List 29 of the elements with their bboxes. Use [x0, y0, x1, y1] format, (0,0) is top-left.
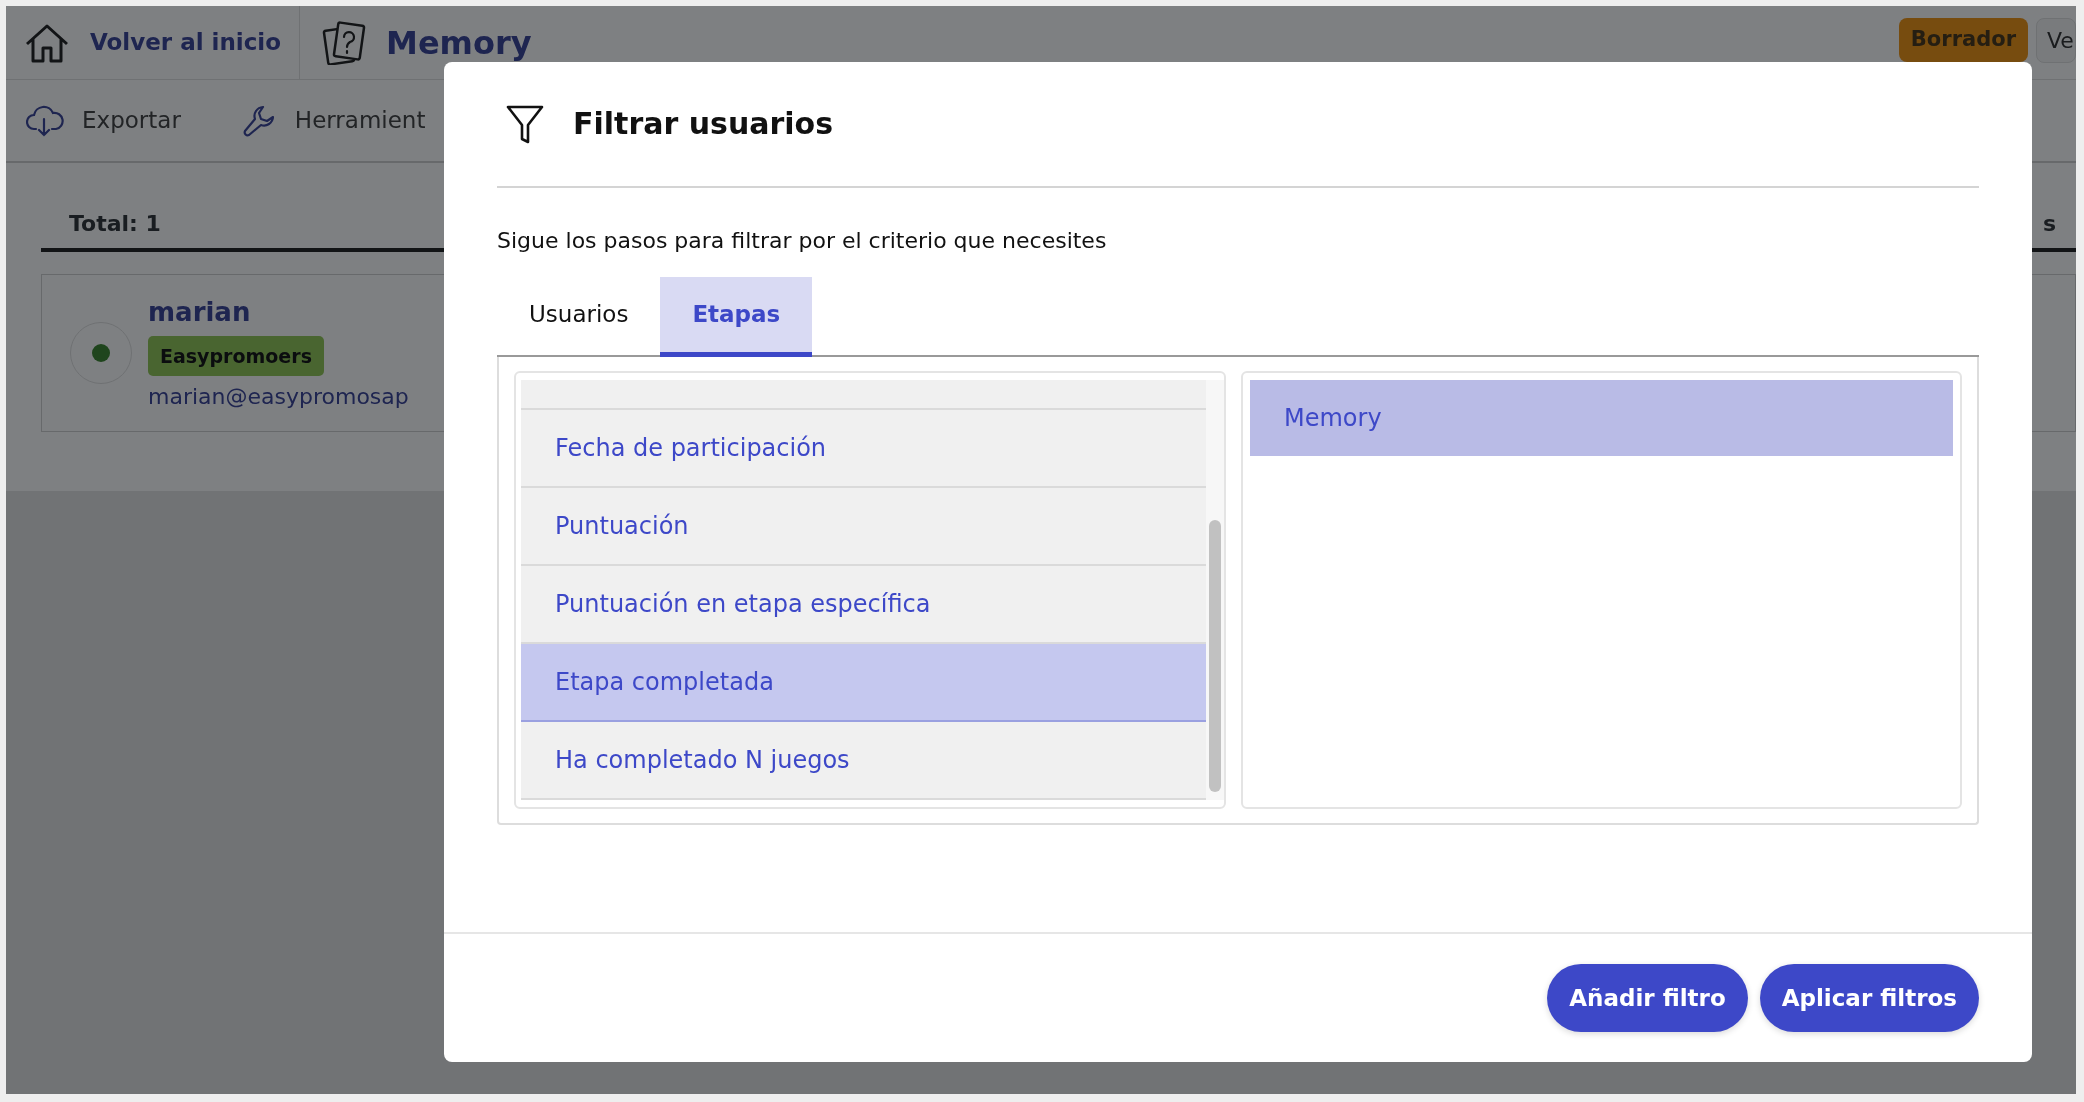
list-item[interactable]: Memory	[1250, 379, 1953, 456]
view-button[interactable]: Ve	[2036, 18, 2076, 63]
list-item[interactable]: Puntuación	[521, 487, 1206, 566]
modal-title: Filtrar usuarios	[573, 106, 834, 142]
column-label: s	[2042, 210, 2056, 238]
tab[interactable]: Usuarios	[497, 277, 661, 357]
app-title: Memory	[386, 22, 532, 64]
cloud-download-icon	[26, 104, 64, 137]
list-item[interactable]: Ha completado N juegos	[521, 721, 1206, 800]
list-item[interactable]: Puntuación en etapa específica	[521, 565, 1206, 644]
action-button[interactable]: Aplicar filtros	[1759, 963, 1979, 1033]
radio-dot-icon	[92, 344, 110, 362]
total-count: Total: 1	[69, 210, 161, 238]
scrollbar[interactable]	[1206, 379, 1224, 800]
user-email: marian@easypromosap	[148, 383, 409, 412]
group-badge: Easypromoers	[148, 335, 324, 377]
home-link[interactable]: Volver al inicio	[6, 6, 301, 79]
user-name: marian	[148, 295, 252, 329]
status-badge: Borrador	[1898, 18, 2028, 62]
action-button[interactable]: Añadir filtro	[1547, 963, 1748, 1033]
toolbar-button[interactable]: Exportar	[20, 102, 187, 139]
list-item[interactable]	[521, 379, 1206, 410]
list-item[interactable]: Fecha de participación	[521, 409, 1206, 488]
home-icon	[24, 22, 70, 63]
list-item[interactable]: Etapa completada	[521, 643, 1206, 722]
filter-icon	[505, 103, 545, 145]
tab[interactable]: Etapas	[660, 277, 813, 357]
modal-subtitle: Sigue los pasos para filtrar por el criterio que necesites	[497, 227, 1108, 255]
toolbar-button[interactable]: Herramient	[234, 101, 432, 140]
